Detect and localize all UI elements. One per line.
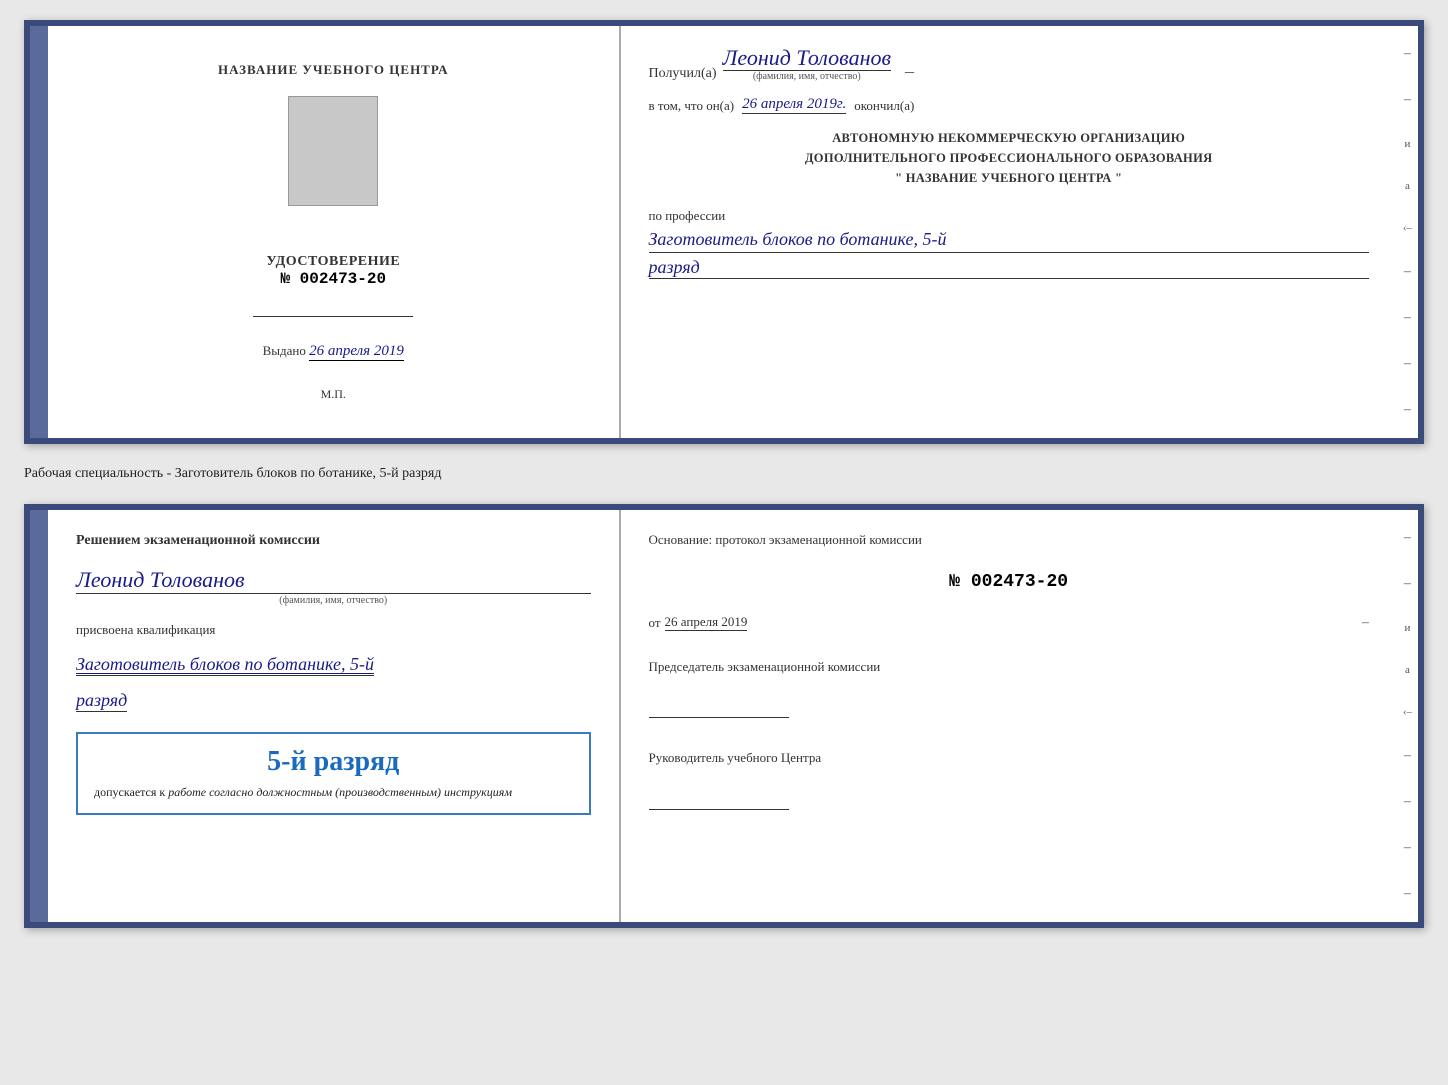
cert-number-prefix: № [280, 270, 290, 288]
doc-spine-left [30, 26, 48, 438]
top-doc-right-panel: Получил(а) Леонид Толованов (фамилия, им… [621, 26, 1397, 438]
org-line2: ДОПОЛНИТЕЛЬНОГО ПРОФЕССИОНАЛЬНОГО ОБРАЗО… [649, 148, 1369, 168]
profession-block: по профессии Заготовитель блоков по бота… [649, 202, 1369, 278]
issue-line: Выдано 26 апреля 2019 [263, 343, 404, 361]
commission-title: Решением экзаменационной комиссии [76, 530, 320, 551]
bottom-document: Решением экзаменационной комиссии Леонид… [24, 504, 1424, 928]
edge-b-dash-6: – [1404, 886, 1411, 902]
date-prefix: в том, что он(а) [649, 98, 735, 114]
org-line3: " НАЗВАНИЕ УЧЕБНОГО ЦЕНТРА " [649, 168, 1369, 188]
training-center-label: НАЗВАНИЕ УЧЕБНОГО ЦЕНТРА [218, 62, 449, 78]
recipient-name: Леонид Толованов [723, 45, 892, 71]
right-edge-marks-bottom: – – и а ‹– – – – – [1397, 510, 1418, 922]
cert-title: УДОСТОВЕРЕНИЕ [266, 254, 400, 270]
stamp-box: 5-й разряд допускается к работе согласно… [76, 732, 591, 815]
photo-placeholder [288, 96, 378, 206]
ot-prefix: от [649, 615, 661, 631]
mp-label: М.П. [321, 387, 346, 402]
stamp-grade: 5-й разряд [94, 746, 573, 778]
org-line1: АВТОНОМНУЮ НЕКОММЕРЧЕСКУЮ ОРГАНИЗАЦИЮ [649, 128, 1369, 148]
director-label: Руководитель учебного Центра [649, 748, 1369, 768]
org-block: АВТОНОМНУЮ НЕКОММЕРЧЕСКУЮ ОРГАНИЗАЦИЮ ДО… [649, 128, 1369, 188]
top-doc-left-panel: НАЗВАНИЕ УЧЕБНОГО ЦЕНТРА УДОСТОВЕРЕНИЕ №… [48, 26, 621, 438]
edge-b-dash-5: – [1404, 840, 1411, 856]
issue-date: 26 апреля 2019 [309, 343, 404, 361]
protocol-number: № 002473-20 [649, 572, 1369, 592]
edge-b-dash-1: – [1404, 530, 1411, 546]
person-name-bottom: Леонид Толованов [76, 567, 591, 594]
qual-name: Заготовитель блоков по ботанике, 5-й [76, 654, 374, 676]
page-wrapper: НАЗВАНИЕ УЧЕБНОГО ЦЕНТРА УДОСТОВЕРЕНИЕ №… [24, 20, 1424, 928]
qual-label: присвоена квалификация [76, 622, 215, 638]
bottom-doc-left-panel: Решением экзаменационной комиссии Леонид… [48, 510, 621, 922]
date-handwritten: 26 апреля 2019г. [742, 96, 846, 114]
cert-number-value: 002473-20 [300, 270, 386, 288]
date-line: в том, что он(а) 26 апреля 2019г. окончи… [649, 96, 1369, 114]
chairman-signature [649, 698, 789, 718]
issue-label: Выдано [263, 343, 306, 358]
edge-mark-a: а [1405, 180, 1410, 192]
edge-b-mark-lft: ‹– [1403, 706, 1412, 718]
edge-b-dash-3: – [1404, 748, 1411, 764]
stamp-prefix: допускается к [94, 785, 165, 799]
director-signature [649, 790, 789, 810]
edge-b-dash-2: – [1404, 576, 1411, 592]
stamp-italic: работе согласно должностным (производств… [168, 785, 512, 799]
recipient-line: Получил(а) Леонид Толованов (фамилия, им… [649, 46, 1369, 82]
edge-b-mark-a: а [1405, 664, 1410, 676]
cert-number: № 002473-20 [266, 270, 400, 288]
edge-b-mark-i: и [1404, 622, 1410, 634]
top-document: НАЗВАНИЕ УЧЕБНОГО ЦЕНТРА УДОСТОВЕРЕНИЕ №… [24, 20, 1424, 444]
fio-subtitle-top: (фамилия, имя, отчество) [723, 71, 892, 82]
edge-dash-5: – [1404, 356, 1411, 372]
edge-dash-3: – [1404, 264, 1411, 280]
fio-subtitle-bottom: (фамилия, имя, отчество) [76, 595, 591, 606]
ot-dash: – [1362, 615, 1369, 631]
stamp-note: допускается к работе согласно должностны… [94, 784, 573, 801]
date-suffix: окончил(а) [854, 98, 914, 114]
edge-mark-lft: ‹– [1403, 222, 1412, 234]
razryad-top: разряд [649, 257, 1369, 279]
profession-name: Заготовитель блоков по ботанике, 5-й [649, 228, 1369, 252]
edge-dash-4: – [1404, 310, 1411, 326]
profession-label: по профессии [649, 208, 1369, 224]
right-edge-marks: – – и а ‹– – – – – [1397, 26, 1418, 438]
edge-dash-6: – [1404, 402, 1411, 418]
chairman-label: Председатель экзаменационной комиссии [649, 657, 1369, 677]
ot-line: от 26 апреля 2019 – [649, 614, 1369, 631]
bottom-doc-right-panel: Основание: протокол экзаменационной коми… [621, 510, 1397, 922]
doc-spine-bottom-left [30, 510, 48, 922]
dash-top: – [905, 61, 914, 82]
edge-b-dash-4: – [1404, 794, 1411, 810]
osnov-label: Основание: протокол экзаменационной коми… [649, 530, 1369, 550]
razryad-bottom: разряд [76, 690, 127, 712]
edge-dash-2: – [1404, 92, 1411, 108]
ot-date: 26 апреля 2019 [665, 614, 748, 631]
separator-text: Рабочая специальность - Заготовитель бло… [24, 462, 1424, 486]
received-prefix: Получил(а) [649, 66, 717, 82]
edge-dash-1: – [1404, 46, 1411, 62]
edge-mark-i: и [1404, 138, 1410, 150]
